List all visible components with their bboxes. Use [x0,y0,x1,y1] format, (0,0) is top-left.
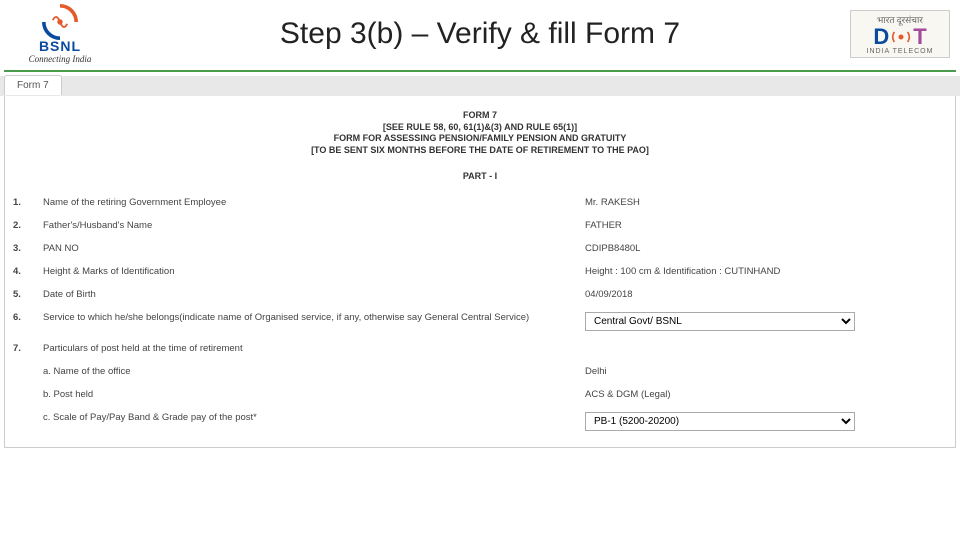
row-number: 4. [11,260,39,283]
row-number: 7. [11,337,39,360]
row-label: Height & Marks of Identification [39,260,579,283]
bsnl-logo-icon [42,4,78,40]
form-panel: FORM 7 [SEE RULE 58, 60, 61(1)&(3) AND R… [4,96,956,448]
row-number: 5. [11,283,39,306]
form-note: [TO BE SENT SIX MONTHS BEFORE THE DATE O… [11,145,949,157]
row-label: Father's/Husband's Name [39,214,579,237]
table-row: 7.Particulars of post held at the time o… [11,337,949,360]
value-text: Delhi [585,366,607,377]
row-value: Mr. RAKESH [579,191,949,214]
row-label: Name of the retiring Government Employee [39,191,579,214]
subrow-label: c. Scale of Pay/Pay Band & Grade pay of … [39,406,579,437]
form-title: FORM 7 [11,110,949,122]
table-subrow: b. Post held ACS & DGM (Legal) [11,383,949,406]
row-label: Date of Birth [39,283,579,306]
form-desc: FORM FOR ASSESSING PENSION/FAMILY PENSIO… [11,133,949,145]
table-row: 3.PAN NO CDIPB8480L [11,237,949,260]
row-label: Service to which he/she belongs(indicate… [39,306,579,337]
dot-english-text: INDIA TELECOM [867,48,934,55]
row-value: Height : 100 cm & Identification : CUTIN… [579,260,949,283]
select-c[interactable]: PB-1 (5200-20200) [585,412,855,431]
bsnl-tagline: Connecting India [29,54,92,64]
tab-bar: Form 7 [0,76,960,96]
tab-form7[interactable]: Form 7 [4,75,62,95]
table-row: 1.Name of the retiring Government Employ… [11,191,949,214]
value-text: Mr. RAKESH [585,197,640,208]
table-row: 4.Height & Marks of Identification Height… [11,260,949,283]
subrow-label: a. Name of the office [39,360,579,383]
row-value: Central Govt/ BSNL [579,306,949,337]
row-number: 3. [11,237,39,260]
signal-icon [891,27,911,47]
select-6[interactable]: Central Govt/ BSNL [585,312,855,331]
page-header: BSNL Connecting India Step 3(b) – Verify… [0,0,960,70]
value-text: 04/09/2018 [585,289,633,300]
dot-logo: D O T [873,26,926,48]
dot-letter-t: T [913,26,926,48]
value-text: ACS & DGM (Legal) [585,389,671,400]
table-subrow: a. Name of the office Delhi [11,360,949,383]
value-text: FATHER [585,220,622,231]
table-row: 6.Service to which he/she belongs(indica… [11,306,949,337]
bsnl-logo-block: BSNL Connecting India [10,4,110,64]
subrow-value: ACS & DGM (Legal) [579,383,949,406]
table-subrow: c. Scale of Pay/Pay Band & Grade pay of … [11,406,949,437]
table-row: 5.Date of Birth 04/09/2018 [11,283,949,306]
subrow-value: PB-1 (5200-20200) [579,406,949,437]
row-value: FATHER [579,214,949,237]
row-number: 1. [11,191,39,214]
form-header: FORM 7 [SEE RULE 58, 60, 61(1)&(3) AND R… [11,106,949,165]
table-row: 2.Father's/Husband's Name FATHER [11,214,949,237]
value-text: Height : 100 cm & Identification : CUTIN… [585,266,780,277]
form-part-label: PART - I [11,165,949,191]
subrow-value: Delhi [579,360,949,383]
row-value: CDIPB8480L [579,237,949,260]
row-number: 2. [11,214,39,237]
form-table: 1.Name of the retiring Government Employ… [11,191,949,437]
row-label: Particulars of post held at the time of … [39,337,579,360]
row-value: 04/09/2018 [579,283,949,306]
subrow-label: b. Post held [39,383,579,406]
row-value [579,337,949,360]
value-text: CDIPB8480L [585,243,640,254]
divider-line [4,70,956,72]
dot-letter-d: D [873,26,889,48]
page-title: Step 3(b) – Verify & fill Form 7 [110,17,850,51]
dot-logo-block: भारत दूरसंचार D O T INDIA TELECOM [850,10,950,58]
row-label: PAN NO [39,237,579,260]
bsnl-brand-text: BSNL [39,38,81,54]
form-rule: [SEE RULE 58, 60, 61(1)&(3) AND RULE 65(… [11,122,949,134]
row-number: 6. [11,306,39,337]
